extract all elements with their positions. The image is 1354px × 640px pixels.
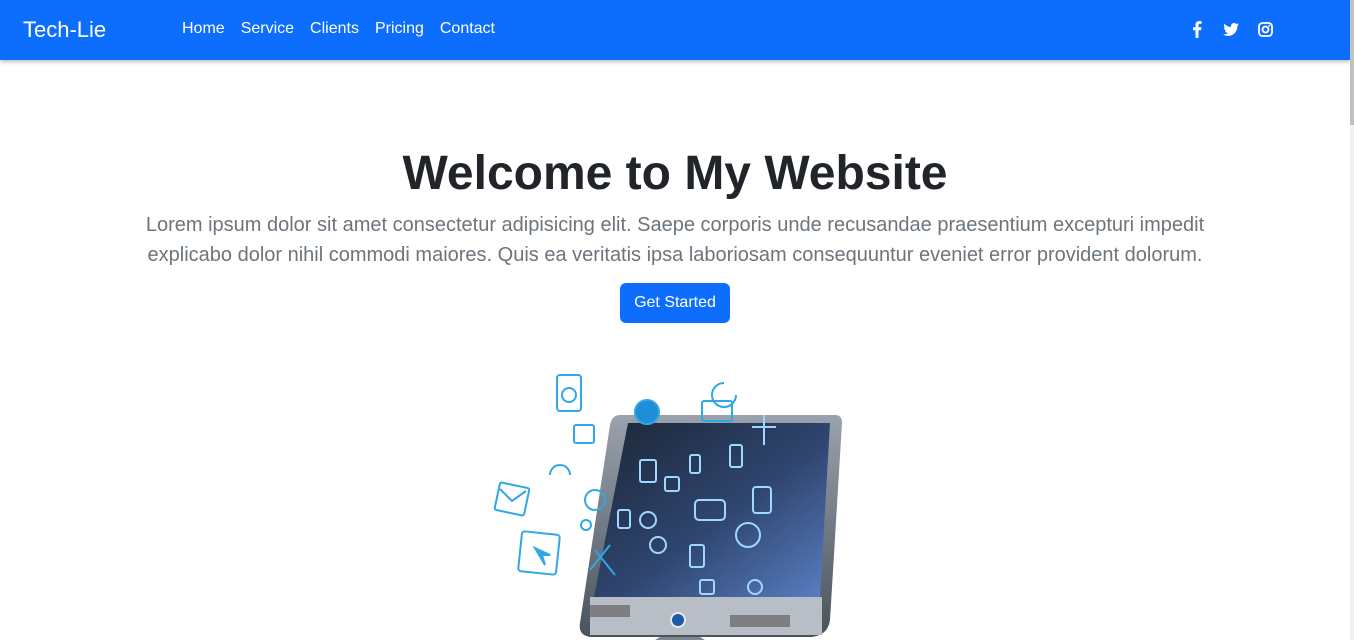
nav-links: Home Service Clients Pricing Contact (182, 19, 495, 39)
nav-link-service[interactable]: Service (241, 19, 294, 39)
social-links (1188, 20, 1274, 38)
twitter-icon[interactable] (1222, 20, 1240, 38)
computer-illustration (493, 374, 842, 640)
hero-title: Welcome to My Website (402, 147, 948, 200)
brand-logo[interactable]: Tech-Lie (23, 17, 106, 43)
hero-description: Lorem ipsum dolor sit amet consectetur a… (145, 214, 1205, 266)
navbar: Tech-Lie Home Service Clients Pricing Co… (0, 0, 1350, 60)
facebook-icon[interactable] (1188, 20, 1206, 38)
scrollbar[interactable] (1350, 0, 1354, 640)
nav-link-pricing[interactable]: Pricing (375, 19, 424, 39)
get-started-button[interactable]: Get Started (620, 283, 730, 323)
nav-link-contact[interactable]: Contact (440, 19, 495, 39)
instagram-icon[interactable] (1256, 20, 1274, 38)
nav-link-home[interactable]: Home (182, 19, 225, 39)
scrollbar-thumb[interactable] (1350, 0, 1354, 125)
nav-link-clients[interactable]: Clients (310, 19, 359, 39)
